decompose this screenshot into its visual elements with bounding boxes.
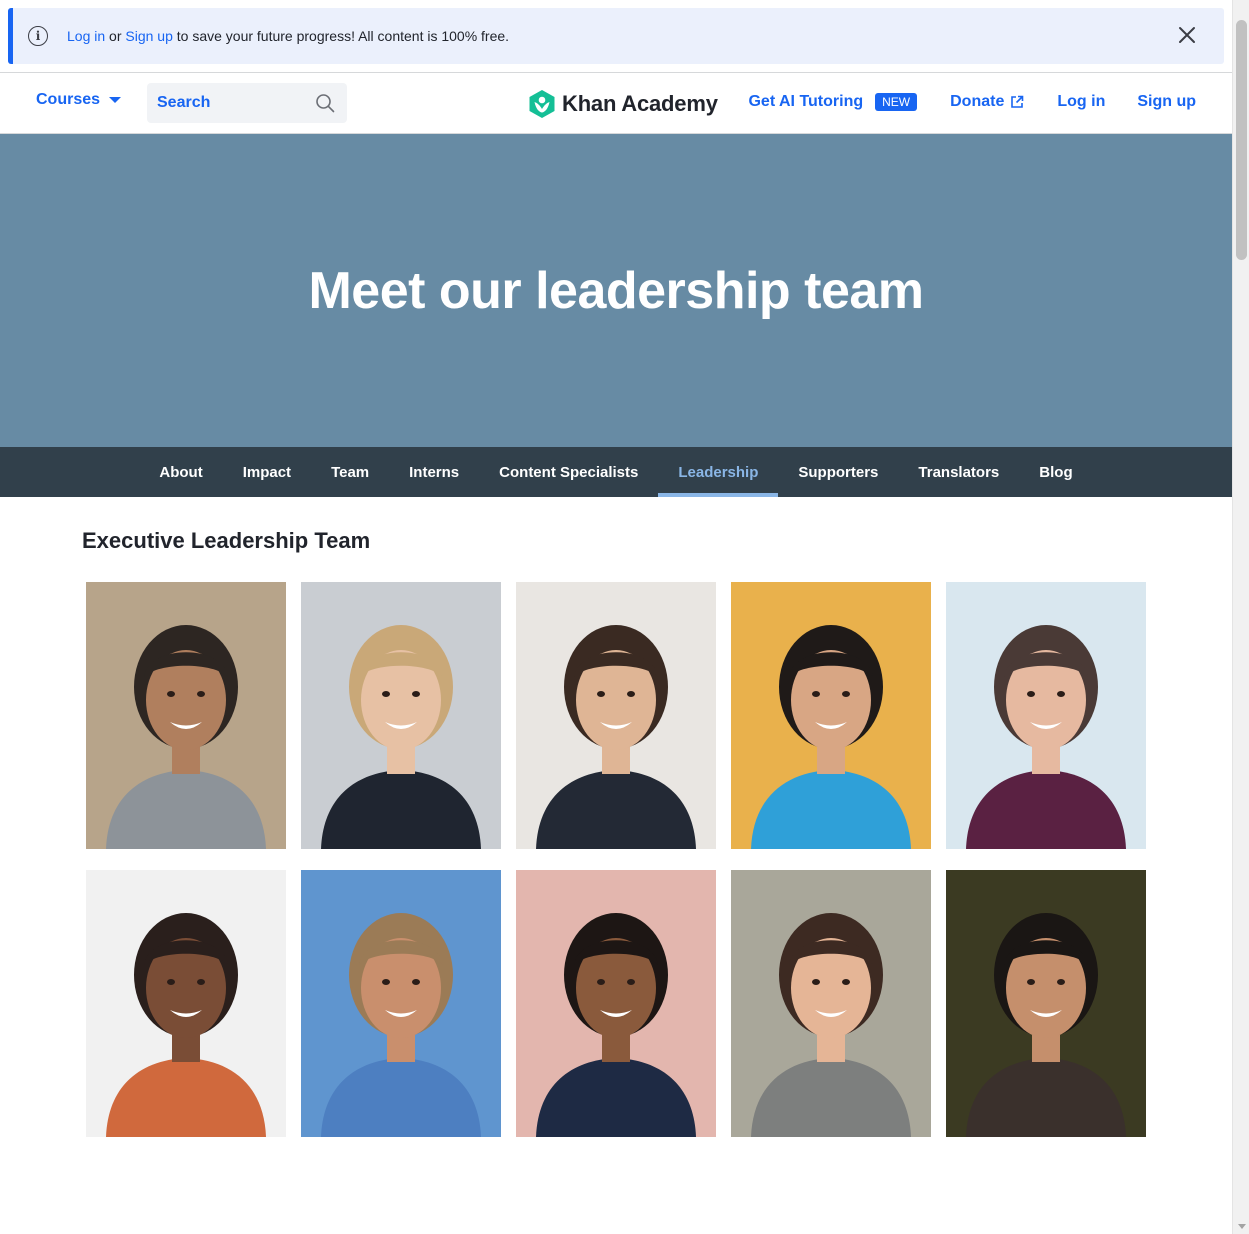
- ai-tutoring-link[interactable]: Get AI Tutoring NEW: [748, 93, 918, 111]
- search-box[interactable]: [147, 83, 347, 123]
- portrait-image: [731, 870, 931, 1137]
- leader-photo[interactable]: [946, 870, 1146, 1137]
- leader-photo[interactable]: [86, 582, 286, 849]
- leader-photo[interactable]: [731, 870, 931, 1137]
- leader-photo[interactable]: [946, 582, 1146, 849]
- banner-message: Log in or Sign up to save your future pr…: [67, 28, 509, 44]
- top-header: Courses Khan Academy Get AI Tutoring NEW…: [0, 72, 1232, 134]
- leader-photo[interactable]: [301, 870, 501, 1137]
- donate-label: Donate: [950, 93, 1005, 110]
- search-icon[interactable]: [315, 93, 335, 113]
- tab-content-specialists[interactable]: Content Specialists: [479, 447, 658, 497]
- portrait-image: [301, 582, 501, 849]
- leader-photo[interactable]: [301, 582, 501, 849]
- portrait-image: [86, 582, 286, 849]
- page-title: Meet our leadership team: [308, 261, 924, 320]
- tab-leadership[interactable]: Leadership: [658, 447, 779, 497]
- leader-photo[interactable]: [516, 870, 716, 1137]
- login-link[interactable]: Log in: [1057, 93, 1105, 111]
- portrait-image: [516, 582, 716, 849]
- header-nav: Get AI Tutoring NEW Donate Log in Sign u…: [748, 93, 1196, 111]
- scrollbar[interactable]: [1232, 0, 1249, 1234]
- tab-blog[interactable]: Blog: [1019, 447, 1092, 497]
- info-icon: i: [28, 26, 48, 46]
- banner-or-text: or: [105, 28, 126, 44]
- portrait-image: [86, 870, 286, 1137]
- tab-supporters[interactable]: Supporters: [778, 447, 898, 497]
- signup-link[interactable]: Sign up: [1137, 93, 1196, 111]
- scroll-down-arrow-icon[interactable]: [1238, 1224, 1246, 1229]
- tab-interns[interactable]: Interns: [389, 447, 479, 497]
- login-label: Log in: [1057, 93, 1106, 110]
- portrait-image: [516, 870, 716, 1137]
- hero-banner: Meet our leadership team: [0, 134, 1232, 447]
- khan-academy-logo[interactable]: Khan Academy: [528, 89, 718, 119]
- leadership-grid: [86, 582, 1146, 1137]
- leader-photo[interactable]: [86, 870, 286, 1137]
- banner-text: to save your future progress! All conten…: [172, 28, 510, 44]
- brand-name: Khan Academy: [562, 91, 718, 116]
- courses-label: Courses: [36, 91, 101, 108]
- tab-about[interactable]: About: [139, 447, 222, 497]
- section-title: Executive Leadership Team: [82, 528, 371, 553]
- khan-logo-icon: [529, 90, 555, 118]
- donate-link[interactable]: Donate: [950, 93, 1024, 111]
- portrait-image: [731, 582, 931, 849]
- tab-translators[interactable]: Translators: [898, 447, 1019, 497]
- signup-banner: i Log in or Sign up to save your future …: [8, 8, 1224, 64]
- portrait-image: [946, 582, 1146, 849]
- chevron-down-icon: [109, 97, 122, 103]
- courses-dropdown[interactable]: Courses: [36, 91, 122, 109]
- banner-signup-link[interactable]: Sign up: [125, 28, 172, 44]
- search-input[interactable]: [157, 94, 307, 112]
- section-tabs: About Impact Team Interns Content Specialist…: [0, 447, 1232, 497]
- ai-tutoring-label: Get AI Tutoring: [748, 93, 864, 110]
- scrollbar-thumb[interactable]: [1236, 20, 1247, 260]
- close-icon[interactable]: [1176, 24, 1198, 46]
- new-badge: NEW: [875, 93, 918, 111]
- tab-team[interactable]: Team: [311, 447, 389, 497]
- banner-login-link[interactable]: Log in: [67, 28, 105, 44]
- signup-label: Sign up: [1137, 93, 1196, 110]
- external-link-icon: [1011, 95, 1024, 108]
- tab-impact[interactable]: Impact: [223, 447, 311, 497]
- leader-photo[interactable]: [731, 582, 931, 849]
- portrait-image: [946, 870, 1146, 1137]
- portrait-image: [301, 870, 501, 1137]
- leader-photo[interactable]: [516, 582, 716, 849]
